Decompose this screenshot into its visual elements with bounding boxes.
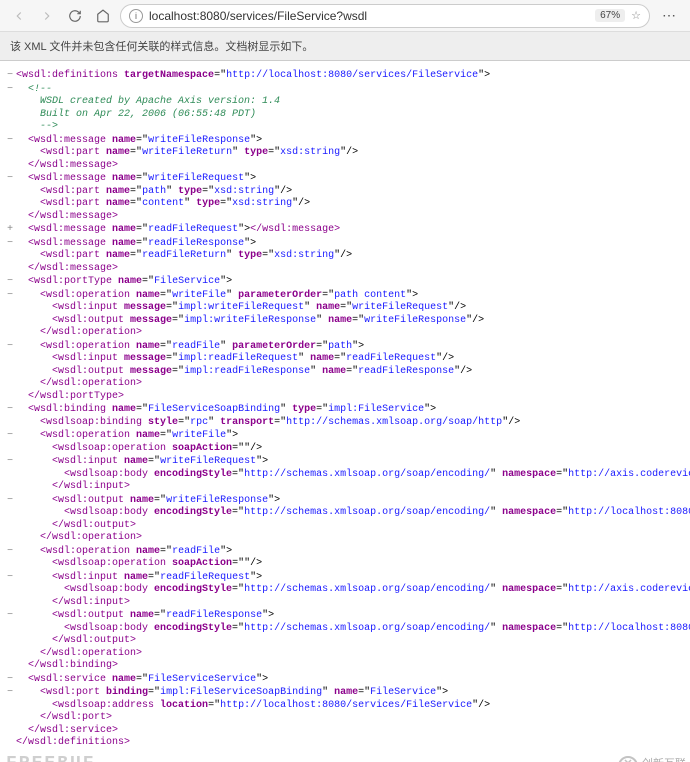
xml-row: <wsdl:output message="impl:writeFileResp… bbox=[16, 315, 484, 328]
site-info-icon[interactable]: i bbox=[129, 9, 143, 23]
xml-tree: − <wsdl:definitions targetNamespace="htt… bbox=[0, 61, 690, 762]
xml-row: </wsdl:binding> bbox=[16, 660, 118, 673]
forward-button[interactable] bbox=[36, 5, 58, 27]
expander-icon[interactable]: − bbox=[6, 545, 16, 558]
xml-row: </wsdl:message> bbox=[16, 160, 118, 173]
watermark-right: ✕ 创新互联 bbox=[618, 756, 686, 762]
zoom-level[interactable]: 67% bbox=[595, 9, 625, 22]
reload-button[interactable] bbox=[64, 5, 86, 27]
overflow-menu-button[interactable]: ⋯ bbox=[656, 7, 682, 24]
home-button[interactable] bbox=[92, 5, 114, 27]
xml-row: <wsdl:portType name="FileService"> bbox=[16, 276, 232, 289]
xml-row: </wsdl:output> bbox=[16, 635, 136, 648]
xml-row: <wsdlsoap:body encodingStyle="http://sch… bbox=[16, 584, 690, 597]
xml-row: <wsdl:part name="writeFileReturn" type="… bbox=[16, 147, 358, 160]
address-bar[interactable]: i localhost:8080/services/FileService?ws… bbox=[120, 4, 650, 28]
xml-row: <wsdlsoap:body encodingStyle="http://sch… bbox=[16, 469, 690, 482]
xml-row: </wsdl:input> bbox=[16, 481, 130, 494]
expander-icon[interactable]: − bbox=[6, 494, 16, 507]
xml-row: <wsdl:message name="writeFileResponse"> bbox=[16, 135, 262, 148]
xml-row: </wsdl:operation> bbox=[16, 327, 142, 340]
xml-row: <wsdlsoap:binding style="rpc" transport=… bbox=[16, 417, 520, 430]
expander-icon[interactable]: − bbox=[6, 134, 16, 147]
xml-row: <wsdlsoap:body encodingStyle="http://sch… bbox=[16, 507, 690, 520]
xml-row: <wsdl:service name="FileServiceService"> bbox=[16, 674, 268, 687]
xml-row: </wsdl:port> bbox=[16, 712, 112, 725]
xml-comment: --> bbox=[16, 121, 58, 134]
xml-row: <wsdl:input message="impl:readFileReques… bbox=[16, 353, 454, 366]
expander-icon[interactable]: − bbox=[6, 275, 16, 288]
xml-row: </wsdl:message> bbox=[16, 211, 118, 224]
xml-row: <wsdl:binding name="FileServiceSoapBindi… bbox=[16, 404, 436, 417]
expander-icon[interactable]: + bbox=[6, 223, 16, 236]
xml-row: <wsdl:message name="readFileResponse"> bbox=[16, 238, 256, 251]
xml-row: <wsdlsoap:address location="http://local… bbox=[16, 700, 490, 713]
xml-row: </wsdl:output> bbox=[16, 520, 136, 533]
bookmark-star-icon[interactable]: ☆ bbox=[631, 9, 641, 22]
xml-row: <wsdl:operation name="readFile" paramete… bbox=[16, 341, 364, 354]
xml-row: <wsdlsoap:body encodingStyle="http://sch… bbox=[16, 623, 690, 636]
xml-comment: Built on Apr 22, 2006 (06:55:48 PDT) bbox=[16, 109, 256, 122]
watermark-right-text: 创新互联 bbox=[642, 759, 686, 762]
xml-row: </wsdl:portType> bbox=[16, 391, 124, 404]
xml-row: <wsdl:message name="writeFileRequest"> bbox=[16, 173, 256, 186]
xml-row: <wsdl:output name="writeFileResponse"> bbox=[16, 495, 280, 508]
watermark-left: FREEBUF bbox=[6, 753, 96, 762]
xml-row: </wsdl:input> bbox=[16, 597, 130, 610]
xml-info-bar: 该 XML 文件并未包含任何关联的样式信息。文档树显示如下。 bbox=[0, 32, 690, 61]
expander-icon[interactable]: − bbox=[6, 571, 16, 584]
browser-toolbar: i localhost:8080/services/FileService?ws… bbox=[0, 0, 690, 32]
xml-row: </wsdl:service> bbox=[16, 725, 118, 738]
xml-row: <wsdl:input name="writeFileRequest"> bbox=[16, 456, 268, 469]
xml-row: <wsdl:output message="impl:readFileRespo… bbox=[16, 366, 472, 379]
xml-comment: WSDL created by Apache Axis version: 1.4 bbox=[16, 96, 280, 109]
watermark-logo-icon: ✕ bbox=[618, 756, 638, 762]
xml-row: <wsdl:part name="path" type="xsd:string"… bbox=[16, 186, 292, 199]
xml-row: </wsdl:operation> bbox=[16, 378, 142, 391]
expander-icon[interactable]: − bbox=[6, 429, 16, 442]
xml-row: <wsdl:message name="readFileRequest"></w… bbox=[16, 224, 340, 237]
xml-row: <wsdl:part name="content" type="xsd:stri… bbox=[16, 198, 310, 211]
xml-row: <wsdlsoap:operation soapAction=""/> bbox=[16, 558, 262, 571]
expander-icon[interactable]: − bbox=[6, 83, 16, 96]
xml-comment: <!-- bbox=[16, 84, 52, 97]
xml-row: </wsdl:definitions> bbox=[16, 737, 130, 750]
expander-icon[interactable]: − bbox=[6, 69, 16, 82]
xml-row: <wsdl:port binding="impl:FileServiceSoap… bbox=[16, 687, 448, 700]
xml-row: </wsdl:message> bbox=[16, 263, 118, 276]
xml-row: <wsdlsoap:operation soapAction=""/> bbox=[16, 443, 262, 456]
xml-info-text: 该 XML 文件并未包含任何关联的样式信息。文档树显示如下。 bbox=[10, 41, 313, 53]
xml-row: </wsdl:operation> bbox=[16, 648, 142, 661]
xml-row: <wsdl:definitions targetNamespace="http:… bbox=[16, 70, 490, 83]
xml-row: <wsdl:operation name="readFile"> bbox=[16, 546, 232, 559]
expander-icon[interactable]: − bbox=[6, 340, 16, 353]
expander-icon[interactable]: − bbox=[6, 673, 16, 686]
xml-row: <wsdl:input name="readFileRequest"> bbox=[16, 572, 262, 585]
xml-row: <wsdl:input message="impl:writeFileReque… bbox=[16, 302, 466, 315]
expander-icon[interactable]: − bbox=[6, 686, 16, 699]
xml-row: <wsdl:part name="readFileReturn" type="x… bbox=[16, 250, 352, 263]
expander-icon[interactable]: − bbox=[6, 237, 16, 250]
xml-row: <wsdl:operation name="writeFile"> bbox=[16, 430, 238, 443]
expander-icon[interactable]: − bbox=[6, 289, 16, 302]
back-button[interactable] bbox=[8, 5, 30, 27]
expander-icon[interactable]: − bbox=[6, 455, 16, 468]
xml-row: <wsdl:operation name="writeFile" paramet… bbox=[16, 290, 418, 303]
expander-icon[interactable]: − bbox=[6, 609, 16, 622]
expander-icon[interactable]: − bbox=[6, 403, 16, 416]
xml-row: <wsdl:output name="readFileResponse"> bbox=[16, 610, 274, 623]
xml-row: </wsdl:operation> bbox=[16, 532, 142, 545]
expander-icon[interactable]: − bbox=[6, 172, 16, 185]
url-text: localhost:8080/services/FileService?wsdl bbox=[149, 9, 585, 23]
